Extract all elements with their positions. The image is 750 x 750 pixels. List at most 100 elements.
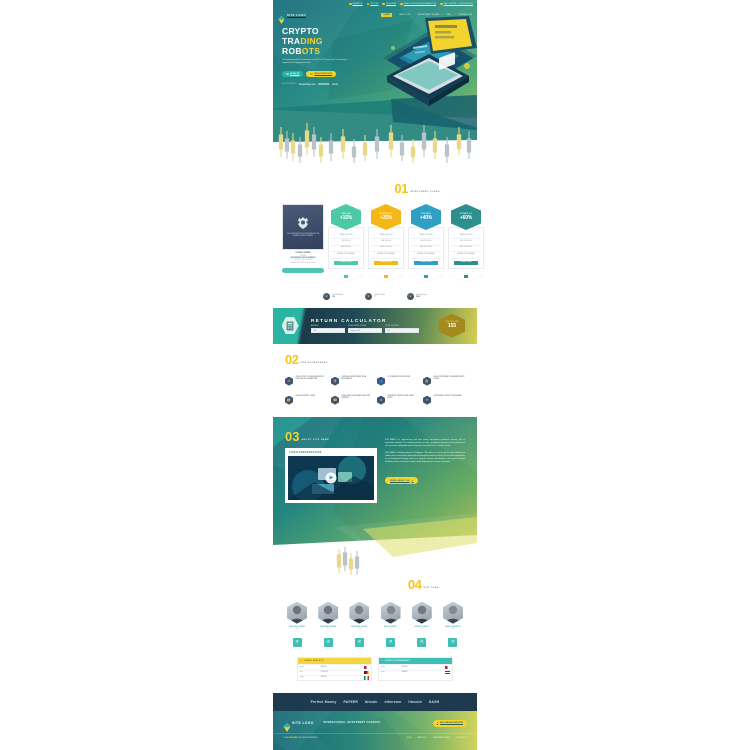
site-logo[interactable]: SITE LOGO [278, 11, 306, 24]
advantage-item-confidentiality: 🔒 HIGH CUSTOMER CONFIDENTIALITY LEVEL [423, 376, 465, 386]
become-investor-button[interactable]: ● BECOME AN INVESTOR [432, 719, 467, 727]
footer-nav-contact-us[interactable]: CONTACT US [456, 737, 467, 739]
plan-order-button[interactable]: ORDER NOW [334, 260, 358, 266]
lock-icon: 🔒 [423, 376, 431, 386]
team-member[interactable]: ROBERT KARLIS CMO [410, 601, 434, 632]
member-role: CTO [388, 629, 393, 631]
top-info-bar: FACEBOOK TWITTER TELEGRAM E-MAIL: SUPPOR… [273, 0, 477, 8]
stat-total-members: ● Total Members 16 [323, 292, 343, 300]
facebook-icon [348, 2, 352, 6]
about-heading: 03 ABOUT SITE NAME [285, 430, 377, 443]
topbar-phone[interactable]: CALL CENTER: +1 (800) 000-0000 [439, 2, 473, 6]
stat-text: Total Members 16 [332, 294, 343, 298]
team-member[interactable]: MATTHEW BISTRO COO [347, 601, 371, 632]
members-icon: ● [323, 292, 331, 300]
topbar-label: TELEGRAM [386, 3, 397, 5]
candlestick-decoration [278, 123, 472, 163]
plan-select[interactable]: Regular 15% [348, 327, 382, 334]
nav-item-contact-us[interactable]: CONTACT US [458, 14, 472, 16]
registration-button[interactable]: REGISTRATION [306, 70, 337, 78]
member-role: CMO [420, 629, 424, 631]
plan-rate: +25% [379, 214, 393, 221]
payment-litecoin-logo: litecoin [408, 700, 422, 705]
team-member[interactable]: CRISTIAN LUCERO CEO [285, 601, 309, 632]
hero-title-line2a: TRA [282, 36, 301, 46]
plan-card-intermediate[interactable]: INTERMEDIATE +25% SPAN: 48 HOURS MIN: $5… [367, 204, 405, 287]
nav-item-investment-plans[interactable]: INVESTMENT PLANS [418, 14, 439, 16]
row-amount: $700.00 [320, 667, 327, 669]
view-certificate-button[interactable] [282, 267, 324, 273]
calculator-title: RETURN CALCULATOR [311, 318, 387, 323]
certificate-thumb[interactable]: 🖹 [410, 638, 434, 648]
plan-order-button[interactable]: ORDER NOW [414, 260, 438, 266]
page-root: FACEBOOK TWITTER TELEGRAM E-MAIL: SUPPOR… [0, 0, 750, 750]
copyright-brand: SITE NAME [288, 737, 298, 739]
member-role: CFO [326, 629, 330, 631]
advantage-item-employees: 👥 12 COMPANY EMPLOYEES [377, 376, 419, 386]
member-role: COO [357, 629, 362, 631]
support-icon: ☎ [331, 395, 339, 405]
certificate-thumb[interactable]: 🖹 [285, 638, 309, 648]
footer-section: SITE LOGO INTERNATIONAL INVESTMENT COMPA… [273, 711, 477, 750]
user-plus-icon: ● [436, 722, 439, 725]
avatar [442, 601, 463, 624]
plans-heading: 01 INVESTMENT PLANS [282, 182, 468, 195]
certificate-thumb[interactable]: 🖹 [441, 638, 465, 648]
more-about-us-button[interactable]: MORE ABOUT US ➔ [385, 477, 419, 485]
video-thumbnail[interactable] [288, 455, 374, 500]
users-icon: 👥 [377, 376, 385, 386]
row-flag [433, 665, 450, 670]
section-number-block: 01 INVESTMENT PLANS [394, 182, 440, 195]
plan-card-regular[interactable]: REGULAR +15% SPAN: 36 HOURS MIN: $10.00 … [327, 204, 365, 287]
row-flag [433, 671, 450, 675]
sign-in-button[interactable]: SIGN IN [282, 70, 304, 78]
team-member[interactable]: PAUL SCHMIDT CTO [379, 601, 403, 632]
topbar-twitter[interactable]: TWITTER [366, 2, 379, 6]
certificate-thumb[interactable]: 🖹 [379, 638, 403, 648]
telegram-icon [382, 2, 386, 6]
payment-ethereum-logo: ethereum [384, 700, 402, 705]
row-amount: $230.00 [401, 667, 408, 669]
footer-logo[interactable]: SITE LOGO [283, 719, 314, 733]
deposits-title: LATEST DEPOSITS [303, 660, 324, 663]
nav-item-faq[interactable]: FAQ [447, 14, 451, 16]
topbar-facebook[interactable]: FACEBOOK [348, 2, 363, 6]
team-member[interactable]: JONATHAN DAVIES CFO [316, 601, 340, 632]
certificate-row-label: Companies Act 2006 / Companies House [290, 262, 316, 264]
amount-input[interactable]: 100 [311, 327, 345, 334]
calculator-field-total: TOTAL DEPOSIT $ 0 [385, 326, 419, 334]
footer-nav-about-us[interactable]: ABOUT US [418, 737, 427, 739]
team-certificates-row: 🖹 🖹 🖹 🖹 🖹 🖹 [285, 638, 465, 648]
sign-in-label: SIGN IN [290, 72, 300, 75]
footer-nav-home[interactable]: HOME [406, 737, 411, 739]
partners-strip: OUR PARTNERS: Investing.com BINANCE etor… [282, 83, 381, 86]
avatar [318, 601, 339, 624]
investment-plans-section: 01 INVESTMENT PLANS THE CERTIFICATE OF I… [273, 165, 485, 300]
hero-title-line2b: DING [300, 36, 323, 46]
topbar-email[interactable]: E-MAIL: SUPPORT@SITENAME.COM [400, 2, 436, 6]
footer-nav-investment-plans[interactable]: INVESTMENT PLANS [433, 737, 450, 739]
row-amount: $320.00 [320, 677, 327, 679]
section-number-block: 04 OUR TEAM [408, 578, 439, 591]
video-presentation-card[interactable]: VIDEO PRESENTATION [285, 447, 377, 503]
user-icon [286, 72, 289, 76]
plan-card-ultimate-vip[interactable]: ULTIMATE VIP +60% SPAN: 96 HOURS MIN: $1… [447, 204, 485, 287]
certificate-thumb[interactable]: 🖹 [347, 638, 371, 648]
law-icon: ⚖ [285, 376, 293, 386]
plan-card-standard[interactable]: STANDARD +40% SPAN: 72 HOURS MIN: $2 000… [407, 204, 445, 287]
nav-item-about-us[interactable]: ABOUT US [399, 14, 410, 16]
nav-item-home[interactable]: HOME [381, 13, 392, 17]
plan-order-button[interactable]: ORDER NOW [454, 260, 478, 266]
advantage-item-insurance: 🛡 OFFICIAL INVESTMENT RISK INSURANCE [331, 376, 373, 386]
team-member[interactable]: MARCO BERMONT CSO [441, 601, 465, 632]
plan-order-button[interactable]: ORDER NOW [374, 260, 398, 266]
certificate-thumb[interactable]: 🖹 [316, 638, 340, 648]
section-title: OUR TEAM [423, 586, 439, 589]
shield-icon: 🛡 [331, 376, 339, 386]
play-button[interactable] [325, 472, 337, 484]
days-icon: ● [407, 292, 415, 300]
topbar-telegram[interactable]: TELEGRAM [382, 2, 397, 6]
partner-logo-etoro: etoro [332, 83, 339, 87]
about-paragraph-2: SITE NAME is officially registered in Si… [385, 451, 465, 463]
partner-logo-binance: BINANCE [318, 83, 330, 87]
